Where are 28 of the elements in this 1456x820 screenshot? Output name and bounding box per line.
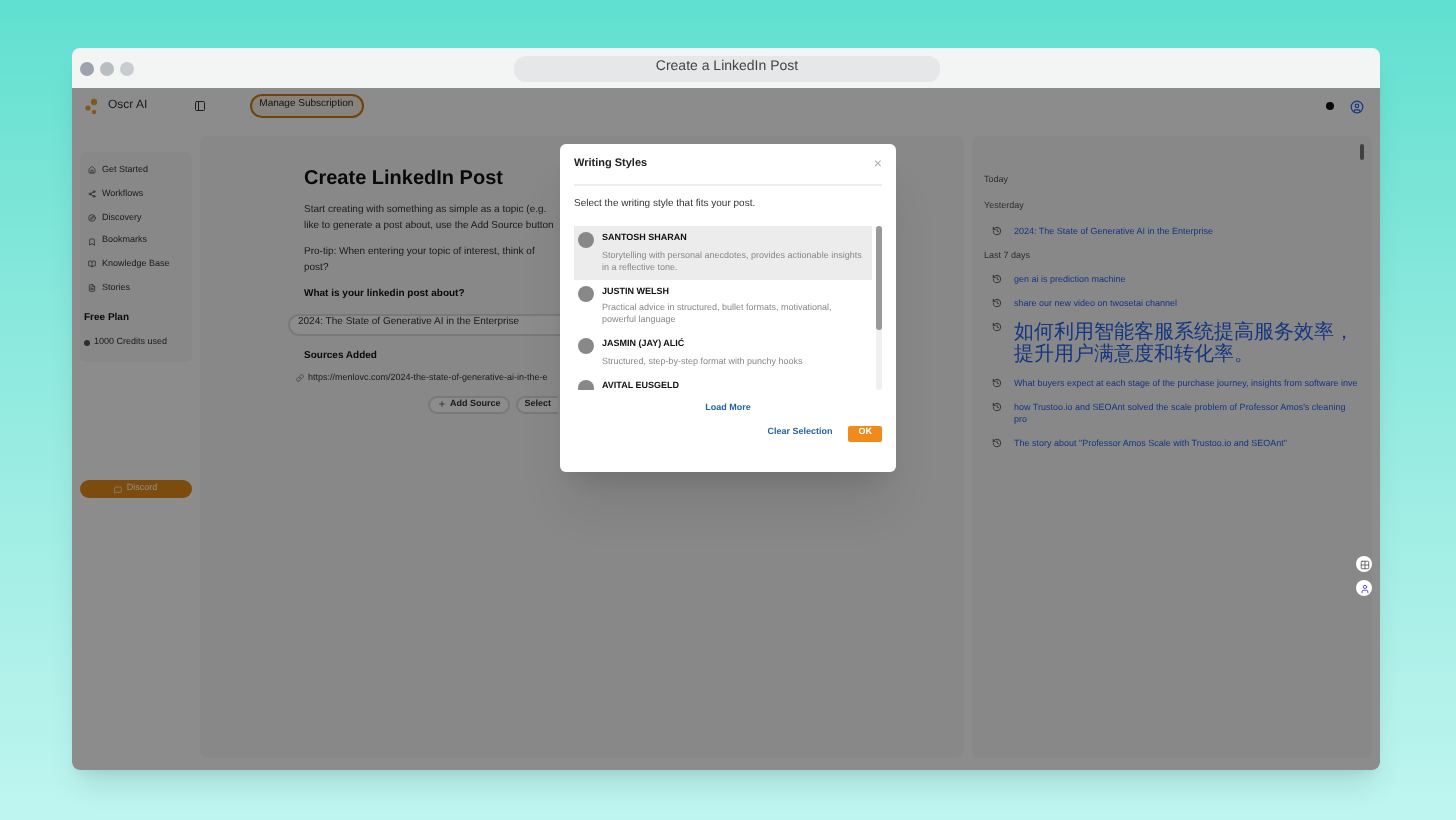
link-icon [296,374,304,383]
history-icon [992,225,1002,235]
history-icon [992,402,1002,413]
avatar-placeholder [578,285,594,301]
sidebar-toggle-icon[interactable] [193,100,206,112]
history-icon [992,274,1002,285]
bookmark-icon [88,237,96,246]
user-circle-icon [1359,583,1369,593]
history-item[interactable]: 如何利用智能客服系统提高服务效率，提升用户满意度和转化率。 [1014,322,1360,367]
user-icon[interactable] [1350,99,1364,113]
scrollbar-thumb[interactable] [1360,144,1364,160]
history-icon [992,298,1002,309]
compass-icon [88,213,96,222]
logo-icon [84,97,102,115]
history-icon [992,322,1002,333]
document-icon [88,284,96,293]
credits-icon [84,339,90,346]
page-title: Create LinkedIn Post [304,166,503,194]
book-icon [88,260,96,269]
history-icon [992,378,1002,389]
grid-icon [1359,559,1369,569]
avatar-placeholder [578,338,594,355]
scrollbar-thumb[interactable] [876,225,882,330]
avatar-placeholder [578,231,594,248]
share-icon [88,190,96,199]
history-icon [992,438,1002,449]
chat-icon [114,485,123,493]
home-icon [88,166,96,175]
